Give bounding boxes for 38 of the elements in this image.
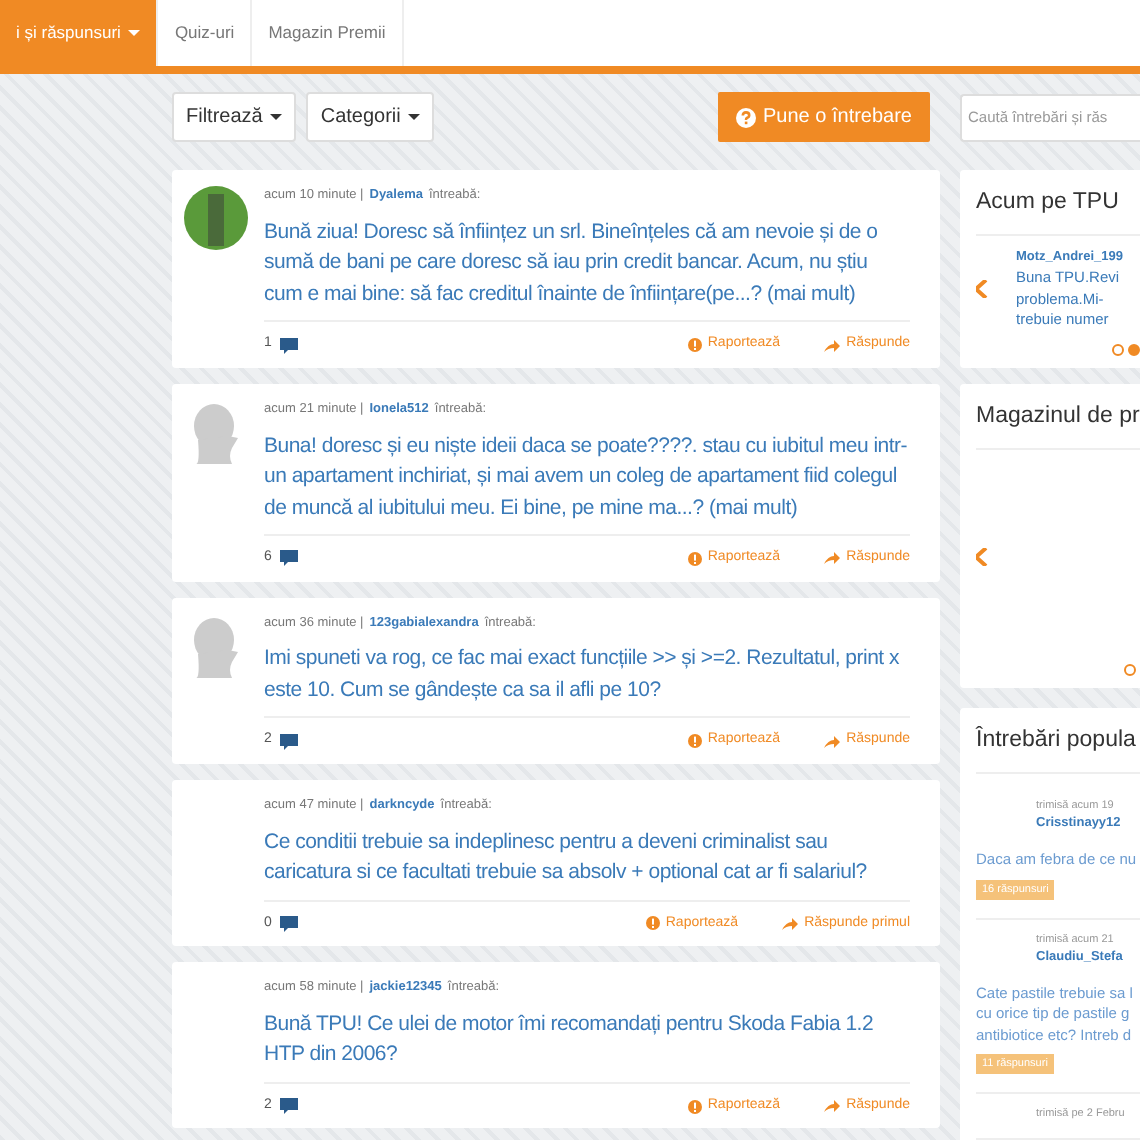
question-link[interactable]: Bună TPU! Ce ulei de motor îmi recomandați pentru Skoda Fabia 1.2 HTP din 2006?	[264, 1009, 910, 1072]
carousel-dot[interactable]	[1128, 343, 1140, 355]
alert-icon	[645, 916, 660, 931]
comment-icon	[279, 915, 298, 932]
reply-arrow-icon	[824, 339, 841, 351]
alert-icon	[687, 1099, 702, 1113]
comment-icon	[279, 550, 298, 567]
comment-icon	[279, 733, 298, 749]
comment-icon	[279, 337, 298, 353]
panel-title: Întrebări popula	[976, 723, 1140, 774]
caret-icon	[408, 114, 421, 120]
carousel-dot[interactable]	[1112, 343, 1124, 355]
nav-tab[interactable]: Magazin Premii	[252, 0, 404, 66]
dropdown-button[interactable]: Categorii	[306, 92, 435, 142]
photo-placeholder	[184, 186, 248, 250]
question-link[interactable]: Bună ziua! Doresc să înființez un srl. Bineînțeles că am nevoie și de o sumă de bani pe care doresc să iau prin credit bancar. Acum, nu știu cum e mai bine: să fac creditul înainte de înființare(pe...? (mai mult)	[264, 217, 910, 311]
caret-icon	[270, 114, 283, 120]
alert-icon	[687, 734, 702, 748]
reply-arrow-icon	[824, 1100, 841, 1112]
chevron-left-icon[interactable]	[976, 280, 988, 299]
question-link[interactable]: Ce conditii trebuie sa indeplinesc pentru a deveni criminalist sau caricatura si ce facultati trebuie sa absolv + optional cat ar fi salariul?	[264, 827, 910, 889]
chevron-left-icon[interactable]	[976, 547, 988, 566]
dropdown-button[interactable]: Filtrează	[172, 92, 297, 142]
question-icon	[735, 107, 755, 127]
reply-arrow-icon	[824, 552, 841, 565]
nav-tab[interactable]: Quiz-uri	[158, 0, 253, 66]
ask-question-button[interactable]: Pune o întrebare	[717, 92, 930, 142]
comment-icon	[279, 1098, 298, 1114]
alert-icon	[687, 551, 702, 566]
reply-arrow-icon	[824, 735, 841, 747]
panel-title: Acum pe TPU	[976, 186, 1140, 237]
nav-tab[interactable]: i și răspunsuri	[0, 0, 159, 66]
reply-arrow-icon	[782, 917, 799, 930]
carousel-dot[interactable]	[1124, 663, 1136, 676]
panel-title: Magazinul de pr	[976, 399, 1140, 450]
question-link[interactable]: Buna! doresc și eu niște ideii daca se poate????. stau cu iubitul meu intr-un apartament inchiriat, și mai avem un coleg de apartament fiid colegul de muncă al iubitului meu. Ei bine, pe mine ma...? (mai mult)	[264, 431, 910, 524]
question-link[interactable]: Imi spuneti va rog, ce fac mai exact funcțiile >> și >=2. Rezultatul, print x este 10. Cum se gândește ca sa il afli pe 10?	[264, 644, 910, 707]
alert-icon	[687, 338, 702, 352]
